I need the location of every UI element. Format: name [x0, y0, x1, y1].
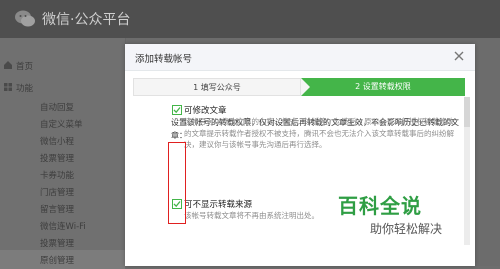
sidebar-item-label: 首页 [16, 62, 34, 72]
sidebar-item-original[interactable]: 原创管理 [0, 250, 125, 269]
wechat-logo-icon [15, 10, 35, 27]
sidebar-item-label: 微信连Wi-Fi [40, 222, 86, 232]
sidebar-item-label: 卡券功能 [40, 171, 75, 181]
brand-title: 微信·公众平台 [42, 12, 131, 28]
allow-edit-label: 可修改文章 [184, 106, 227, 116]
checkmark-icon [173, 107, 181, 114]
sidebar-item-label: 自动回复 [40, 103, 75, 113]
hide-source-label: 可不显示转载来源 [184, 200, 253, 210]
sidebar-item-label: 微信小程 [40, 137, 75, 147]
sidebar: 首页 功能 自动回复 自定义菜单 微信小程 投票管理 卡券功能 门店管理 留言管… [0, 38, 126, 269]
sidebar-item-label: 投票管理 [40, 154, 75, 164]
step-label: 1 填写公众号 [193, 83, 241, 92]
step-indicator: 1 填写公众号 2 设置转载权限 [133, 78, 465, 96]
sidebar-item-home[interactable]: 首页 [0, 56, 125, 75]
function-icon [4, 83, 12, 91]
watermark-subtitle: 助你轻松解决 [370, 222, 443, 236]
sidebar-item-label: 门店管理 [40, 188, 75, 198]
watermark-title: 百科全说 [338, 194, 422, 218]
sidebar-item-label: 投票管理 [40, 239, 75, 249]
scrollbar-thumb[interactable] [464, 97, 470, 127]
sidebar-item-label: 自定义菜单 [40, 120, 83, 130]
allow-edit-checkbox[interactable] [172, 105, 182, 115]
checkbox-highlight-box [168, 142, 186, 224]
top-bar: 微信·公众平台 [0, 0, 500, 38]
step-arrow-icon [301, 78, 310, 96]
dialog-scrollbar[interactable] [464, 97, 470, 245]
sidebar-item-label: 原创管理 [40, 256, 75, 266]
sidebar-item-function[interactable]: 功能 [0, 78, 125, 97]
dialog-title: 添加转载帐号 [135, 54, 193, 65]
step-fill-account: 1 填写公众号 [133, 78, 301, 96]
step-set-permission: 2 设置转载权限 [301, 78, 465, 96]
sidebar-item-label: 功能 [16, 84, 34, 94]
step-label: 2 设置转载权限 [355, 82, 411, 91]
sidebar-item-label: 留言管理 [40, 205, 75, 215]
allow-edit-description: 该帐号可以修改文章的内容、格式、排版等，勾选后，原公众号再行授权转载修改的文章提… [184, 117, 454, 149]
dialog-header: 添加转载帐号 [125, 44, 475, 71]
close-icon[interactable] [451, 48, 467, 64]
home-icon [4, 61, 12, 69]
